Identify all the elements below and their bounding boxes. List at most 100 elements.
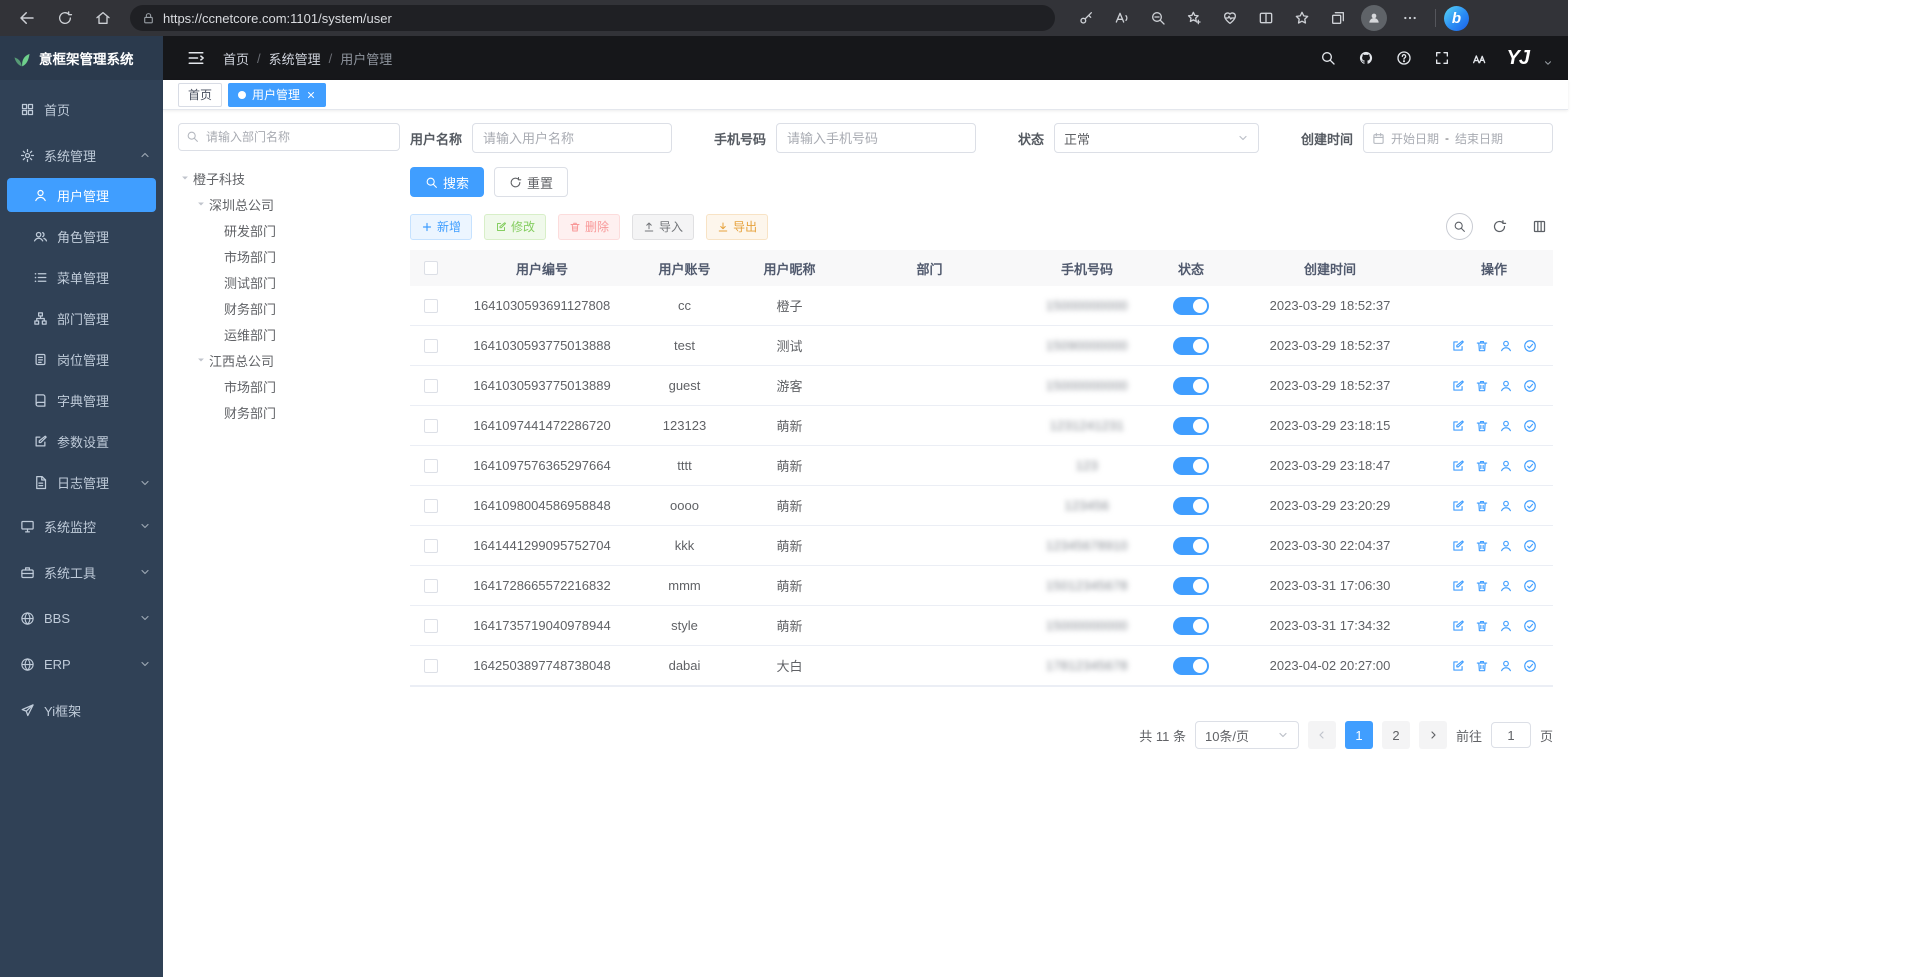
breadcrumb-item[interactable]: 首页: [223, 49, 249, 68]
next-page-button[interactable]: [1419, 721, 1447, 749]
page-button-1[interactable]: 1: [1345, 721, 1373, 749]
import-button[interactable]: 导入: [632, 214, 694, 240]
font-size-icon[interactable]: [1467, 45, 1493, 71]
address-bar[interactable]: https://ccnetcore.com:1101/system/user: [130, 5, 1055, 31]
row-edit-icon[interactable]: [1451, 579, 1465, 593]
row-assign-role-icon[interactable]: [1523, 579, 1537, 593]
column-settings-icon[interactable]: [1526, 213, 1553, 240]
row-reset-password-icon[interactable]: [1499, 499, 1513, 513]
refresh-table-icon[interactable]: [1486, 213, 1513, 240]
user-logo[interactable]: YJ: [1505, 47, 1531, 70]
status-toggle[interactable]: [1173, 297, 1209, 315]
row-reset-password-icon[interactable]: [1499, 579, 1513, 593]
password-key-icon[interactable]: [1069, 4, 1103, 32]
sidebar-item-dict-mgmt[interactable]: 字典管理: [0, 380, 163, 421]
sidebar-item-post-mgmt[interactable]: 岗位管理: [0, 339, 163, 380]
row-reset-password-icon[interactable]: [1499, 619, 1513, 633]
back-icon[interactable]: [10, 4, 44, 32]
username-input[interactable]: [472, 123, 672, 153]
row-edit-icon[interactable]: [1451, 379, 1465, 393]
sidebar-item-erp[interactable]: ERP: [0, 641, 163, 687]
row-reset-password-icon[interactable]: [1499, 459, 1513, 473]
sidebar-item-yi-framework[interactable]: Yi框架: [0, 687, 163, 733]
goto-page-input[interactable]: [1491, 722, 1531, 748]
zoom-icon[interactable]: [1141, 4, 1175, 32]
status-toggle[interactable]: [1173, 337, 1209, 355]
row-delete-icon[interactable]: [1475, 379, 1489, 393]
sidebar-item-dept-mgmt[interactable]: 部门管理: [0, 298, 163, 339]
row-delete-icon[interactable]: [1475, 539, 1489, 553]
row-edit-icon[interactable]: [1451, 499, 1465, 513]
sidebar-item-home[interactable]: 首页: [0, 86, 163, 132]
row-delete-icon[interactable]: [1475, 459, 1489, 473]
status-toggle[interactable]: [1173, 617, 1209, 635]
row-checkbox[interactable]: [424, 339, 438, 353]
tree-node-leaf[interactable]: 财务部门: [178, 295, 400, 321]
row-edit-icon[interactable]: [1451, 619, 1465, 633]
tree-node-leaf[interactable]: 市场部门: [178, 243, 400, 269]
status-toggle[interactable]: [1173, 457, 1209, 475]
phone-input[interactable]: [776, 123, 976, 153]
row-assign-role-icon[interactable]: [1523, 659, 1537, 673]
status-toggle[interactable]: [1173, 537, 1209, 555]
caret-down-icon[interactable]: [180, 173, 190, 183]
row-assign-role-icon[interactable]: [1523, 379, 1537, 393]
row-reset-password-icon[interactable]: [1499, 379, 1513, 393]
sidebar-item-param-settings[interactable]: 参数设置: [0, 421, 163, 462]
row-checkbox[interactable]: [424, 299, 438, 313]
row-checkbox[interactable]: [424, 579, 438, 593]
row-edit-icon[interactable]: [1451, 659, 1465, 673]
status-toggle[interactable]: [1173, 417, 1209, 435]
page-size-select[interactable]: 10条/页: [1195, 721, 1299, 749]
tree-node-leaf[interactable]: 财务部门: [178, 399, 400, 425]
chevron-down-icon[interactable]: [1543, 58, 1553, 68]
row-assign-role-icon[interactable]: [1523, 619, 1537, 633]
status-toggle[interactable]: [1173, 377, 1209, 395]
prev-page-button[interactable]: [1308, 721, 1336, 749]
row-edit-icon[interactable]: [1451, 539, 1465, 553]
tree-node-branch[interactable]: 深圳总公司: [178, 191, 400, 217]
header-search-icon[interactable]: [1315, 45, 1341, 71]
row-delete-icon[interactable]: [1475, 419, 1489, 433]
github-icon[interactable]: [1353, 45, 1379, 71]
row-checkbox[interactable]: [424, 459, 438, 473]
status-toggle[interactable]: [1173, 577, 1209, 595]
status-toggle[interactable]: [1173, 657, 1209, 675]
collections-icon[interactable]: [1321, 4, 1355, 32]
row-assign-role-icon[interactable]: [1523, 499, 1537, 513]
row-reset-password-icon[interactable]: [1499, 539, 1513, 553]
sidebar-item-user-mgmt[interactable]: 用户管理: [7, 178, 156, 212]
row-delete-icon[interactable]: [1475, 659, 1489, 673]
sidebar-item-system-mgmt[interactable]: 系统管理: [0, 132, 163, 178]
tree-node-leaf[interactable]: 市场部门: [178, 373, 400, 399]
row-reset-password-icon[interactable]: [1499, 419, 1513, 433]
reload-icon[interactable]: [48, 4, 82, 32]
export-button[interactable]: 导出: [706, 214, 768, 240]
row-assign-role-icon[interactable]: [1523, 339, 1537, 353]
row-delete-icon[interactable]: [1475, 579, 1489, 593]
page-button-2[interactable]: 2: [1382, 721, 1410, 749]
dept-search-input[interactable]: [178, 123, 400, 151]
row-reset-password-icon[interactable]: [1499, 339, 1513, 353]
row-reset-password-icon[interactable]: [1499, 659, 1513, 673]
browser-essentials-icon[interactable]: [1213, 4, 1247, 32]
row-checkbox[interactable]: [424, 499, 438, 513]
sidebar-item-log-mgmt[interactable]: 日志管理: [0, 462, 163, 503]
tab-home[interactable]: 首页: [178, 83, 222, 107]
close-tab-icon[interactable]: [306, 90, 316, 100]
tree-node-root[interactable]: 橙子科技: [178, 165, 400, 191]
sidebar-item-menu-mgmt[interactable]: 菜单管理: [0, 257, 163, 298]
row-checkbox[interactable]: [424, 379, 438, 393]
row-edit-icon[interactable]: [1451, 339, 1465, 353]
status-select[interactable]: 正常: [1054, 123, 1259, 153]
status-toggle[interactable]: [1173, 497, 1209, 515]
tree-node-leaf[interactable]: 测试部门: [178, 269, 400, 295]
row-delete-icon[interactable]: [1475, 499, 1489, 513]
reset-button[interactable]: 重置: [494, 167, 568, 197]
sidebar-item-system-monitor[interactable]: 系统监控: [0, 503, 163, 549]
select-all-checkbox[interactable]: [424, 261, 438, 275]
copilot-icon[interactable]: b: [1444, 6, 1469, 31]
more-menu-icon[interactable]: [1393, 4, 1427, 32]
sidebar-item-bbs[interactable]: BBS: [0, 595, 163, 641]
row-delete-icon[interactable]: [1475, 619, 1489, 633]
